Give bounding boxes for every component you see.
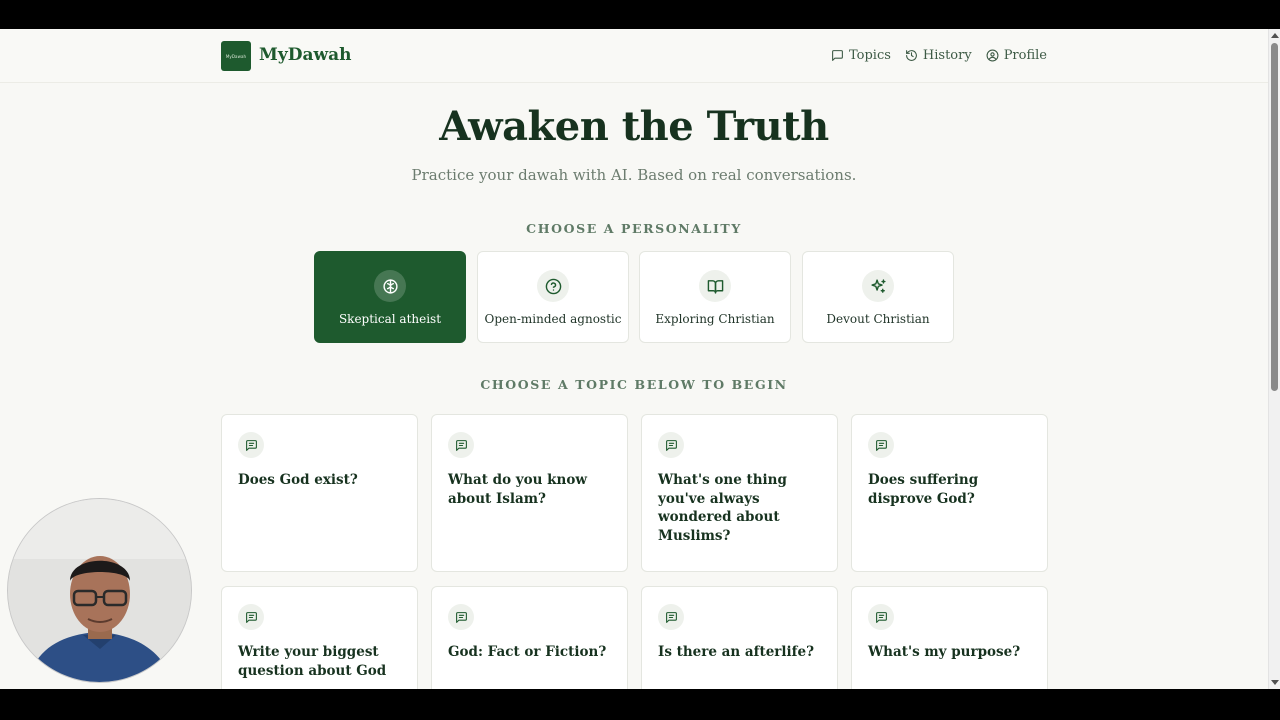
personality-icon-wrap <box>862 270 894 302</box>
book-open-icon <box>707 279 723 294</box>
topics-heading: CHOOSE A TOPIC BELOW TO BEGIN <box>480 377 788 392</box>
topic-title: God: Fact or Fiction? <box>448 644 607 660</box>
topic-card[interactable]: God: Fact or Fiction? <box>431 586 628 689</box>
topic-card[interactable]: Write your biggest question about God <box>221 586 418 689</box>
message-lines-icon <box>875 611 887 623</box>
topic-title: Is there an afterlife? <box>658 644 814 660</box>
topic-card[interactable]: Does suffering disprove God? <box>851 414 1048 572</box>
user-circle-icon <box>986 49 999 62</box>
page-title: Awaken the Truth <box>439 103 829 150</box>
message-lines-icon <box>665 439 677 451</box>
presenter-video-image <box>8 499 191 682</box>
nav-profile-label: Profile <box>1003 48 1047 63</box>
brain-icon <box>382 278 398 294</box>
personality-heading: CHOOSE A PERSONALITY <box>526 221 742 236</box>
personality-card-exploring-christian[interactable]: Exploring Christian <box>639 251 791 343</box>
topic-icon-wrap <box>868 432 894 458</box>
page-subtitle: Practice your dawah with AI. Based on re… <box>411 166 857 184</box>
topic-card[interactable]: What do you know about Islam? <box>431 414 628 572</box>
main-nav: Topics History Profile <box>831 48 1047 63</box>
letterbox-bottom <box>0 689 1280 720</box>
topic-icon-wrap <box>238 432 264 458</box>
personality-card-open-minded-agnostic[interactable]: Open-minded agnostic <box>477 251 629 343</box>
nav-history[interactable]: History <box>905 48 972 63</box>
top-header: MyDawah MyDawah Topics History Profile <box>0 29 1268 83</box>
page-scrollbar[interactable] <box>1268 29 1280 689</box>
personality-card-devout-christian[interactable]: Devout Christian <box>802 251 954 343</box>
message-lines-icon <box>245 439 257 451</box>
topic-icon-wrap <box>448 432 474 458</box>
message-lines-icon <box>665 611 677 623</box>
nav-profile[interactable]: Profile <box>986 48 1047 63</box>
sparkles-icon <box>870 278 886 293</box>
topic-card[interactable]: What's one thing you've always wondered … <box>641 414 838 572</box>
nav-topics-label: Topics <box>848 48 891 63</box>
app-logo[interactable]: MyDawah <box>221 41 251 71</box>
topic-card[interactable]: Does God exist? <box>221 414 418 572</box>
topic-title: Does God exist? <box>238 472 358 488</box>
topic-icon-wrap <box>658 432 684 458</box>
personality-icon-wrap <box>537 270 569 302</box>
topic-title: What do you know about Islam? <box>448 472 587 507</box>
letterbox-top <box>0 0 1280 29</box>
topic-icon-wrap <box>658 604 684 630</box>
scroll-up-arrow-icon[interactable] <box>1271 33 1279 38</box>
message-square-icon <box>832 50 843 61</box>
topic-card[interactable]: What's my purpose? <box>851 586 1048 689</box>
nav-history-label: History <box>922 48 972 63</box>
topic-icon-wrap <box>238 604 264 630</box>
topic-title: What's my purpose? <box>868 644 1021 660</box>
message-lines-icon <box>455 439 467 451</box>
topic-card[interactable]: Is there an afterlife? <box>641 586 838 689</box>
personality-label: Skeptical atheist <box>338 312 442 326</box>
topic-title: Does suffering disprove God? <box>868 472 979 507</box>
topic-title: What's one thing you've always wondered … <box>658 472 787 544</box>
personality-card-skeptical-atheist[interactable]: Skeptical atheist <box>314 251 466 343</box>
webcam-overlay <box>7 498 192 683</box>
personality-icon-wrap <box>374 270 406 302</box>
personality-label: Devout Christian <box>826 312 930 326</box>
personality-label: Open-minded agnostic <box>484 312 622 326</box>
topic-icon-wrap <box>868 604 894 630</box>
scrollbar-thumb[interactable] <box>1271 43 1278 391</box>
personality-icon-wrap <box>699 270 731 302</box>
nav-topics[interactable]: Topics <box>831 48 891 63</box>
history-icon <box>905 50 917 61</box>
message-lines-icon <box>875 439 887 451</box>
personality-label: Exploring Christian <box>655 312 775 326</box>
message-lines-icon <box>245 611 257 623</box>
message-lines-icon <box>455 611 467 623</box>
logo-text: MyDawah <box>225 53 247 59</box>
scroll-down-arrow-icon[interactable] <box>1271 680 1279 685</box>
question-circle-icon <box>545 278 561 294</box>
topic-icon-wrap <box>448 604 474 630</box>
topic-title: Write your biggest question about God <box>238 644 387 679</box>
brand-name[interactable]: MyDawah <box>259 45 351 65</box>
